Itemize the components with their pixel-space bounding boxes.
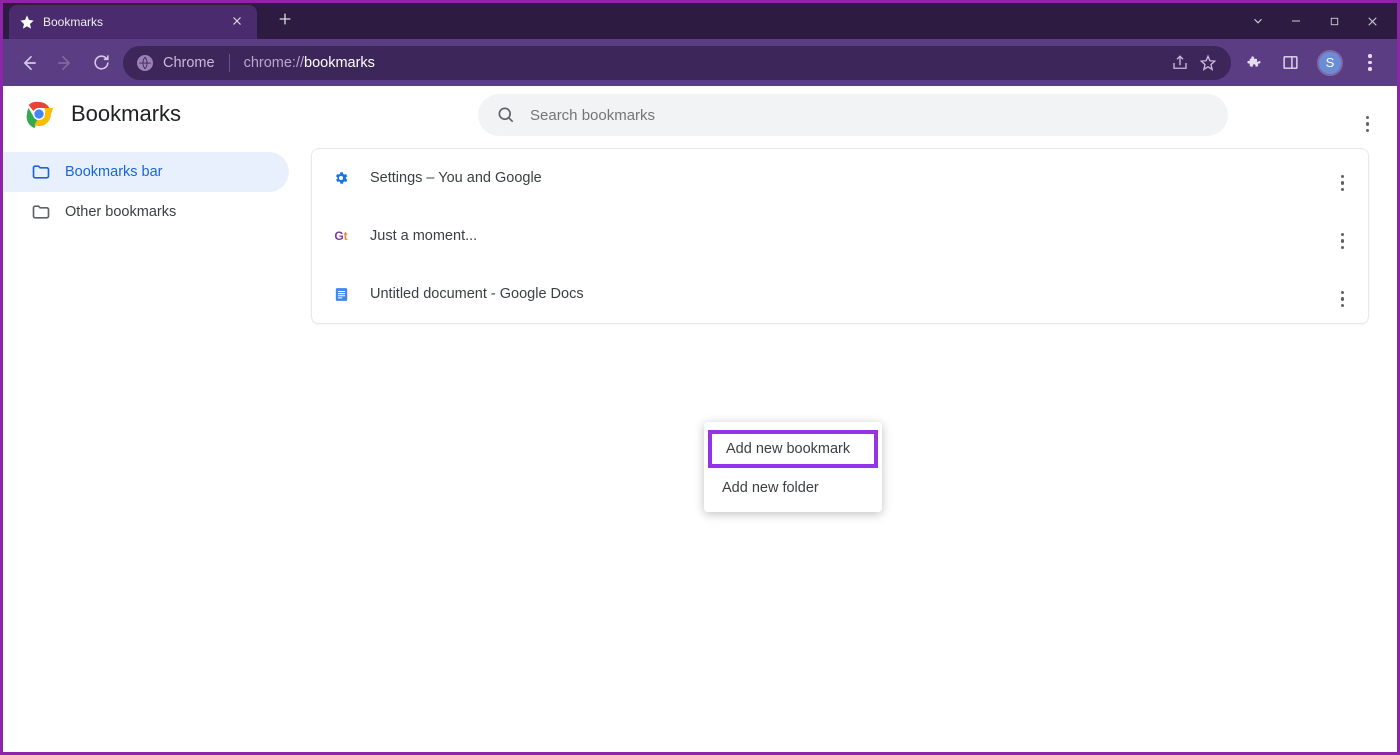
chrome-logo-icon <box>23 98 55 130</box>
browser-tab[interactable]: Bookmarks <box>9 5 257 39</box>
sidebar-item-other-bookmarks[interactable]: Other bookmarks <box>3 192 289 232</box>
maximize-button[interactable] <box>1327 14 1341 28</box>
chrome-menu-icon[interactable] <box>1361 54 1379 72</box>
sidepanel-icon[interactable] <box>1281 54 1299 72</box>
profile-avatar[interactable]: S <box>1317 50 1343 76</box>
url-scheme: chrome:// <box>244 55 304 71</box>
new-tab-button[interactable] <box>269 7 301 36</box>
url-scheme-label: Chrome <box>163 55 215 71</box>
back-button[interactable] <box>15 49 43 77</box>
url-display: chrome://bookmarks <box>244 55 375 71</box>
extensions-icon[interactable] <box>1245 54 1263 72</box>
url-divider <box>229 54 230 72</box>
docs-icon <box>332 285 350 303</box>
url-box[interactable]: Chrome chrome://bookmarks <box>123 46 1231 80</box>
sidebar: Bookmarks bar Other bookmarks <box>3 148 303 324</box>
row-menu-icon[interactable] <box>1337 219 1349 253</box>
star-icon <box>19 14 35 30</box>
sidebar-item-bookmarks-bar[interactable]: Bookmarks bar <box>3 152 289 192</box>
url-path: bookmarks <box>304 55 375 71</box>
bookmark-title: Untitled document - Google Docs <box>370 286 1317 302</box>
address-bar: Chrome chrome://bookmarks S <box>3 39 1397 86</box>
search-input[interactable] <box>530 107 1210 124</box>
reload-button[interactable] <box>87 49 115 77</box>
page-title: Bookmarks <box>71 101 181 127</box>
bookmark-title: Settings – You and Google <box>370 170 1317 186</box>
row-menu-icon[interactable] <box>1337 161 1349 195</box>
bookmark-row[interactable]: Settings – You and Google <box>312 149 1368 207</box>
bookmark-star-icon[interactable] <box>1199 54 1217 72</box>
site-favicon: Gt <box>332 227 350 245</box>
site-info-icon[interactable] <box>137 55 153 71</box>
sidebar-item-label: Other bookmarks <box>65 204 176 220</box>
bookmarks-page: Bookmarks Bookmarks bar Other bookmarks <box>3 86 1397 752</box>
window-titlebar: Bookmarks <box>3 3 1397 39</box>
page-menu-icon[interactable] <box>1366 106 1370 132</box>
context-menu: Add new bookmark Add new folder <box>704 422 882 512</box>
forward-button[interactable] <box>51 49 79 77</box>
chevron-down-icon[interactable] <box>1251 14 1265 28</box>
bookmark-list: Settings – You and Google Gt Just a mome… <box>303 148 1397 324</box>
context-menu-add-folder[interactable]: Add new folder <box>704 470 882 506</box>
tab-title: Bookmarks <box>43 15 227 29</box>
bookmark-title: Just a moment... <box>370 228 1317 244</box>
bookmark-row[interactable]: Untitled document - Google Docs <box>312 265 1368 323</box>
minimize-button[interactable] <box>1289 14 1303 28</box>
close-window-button[interactable] <box>1365 14 1379 28</box>
search-box[interactable] <box>478 94 1228 136</box>
row-menu-icon[interactable] <box>1337 277 1349 311</box>
share-icon[interactable] <box>1171 54 1189 72</box>
bookmark-row[interactable]: Gt Just a moment... <box>312 207 1368 265</box>
window-controls <box>1251 14 1397 28</box>
sidebar-item-label: Bookmarks bar <box>65 164 163 180</box>
context-menu-add-bookmark[interactable]: Add new bookmark <box>708 430 878 468</box>
gear-icon <box>332 169 350 187</box>
close-tab-icon[interactable] <box>227 15 247 30</box>
